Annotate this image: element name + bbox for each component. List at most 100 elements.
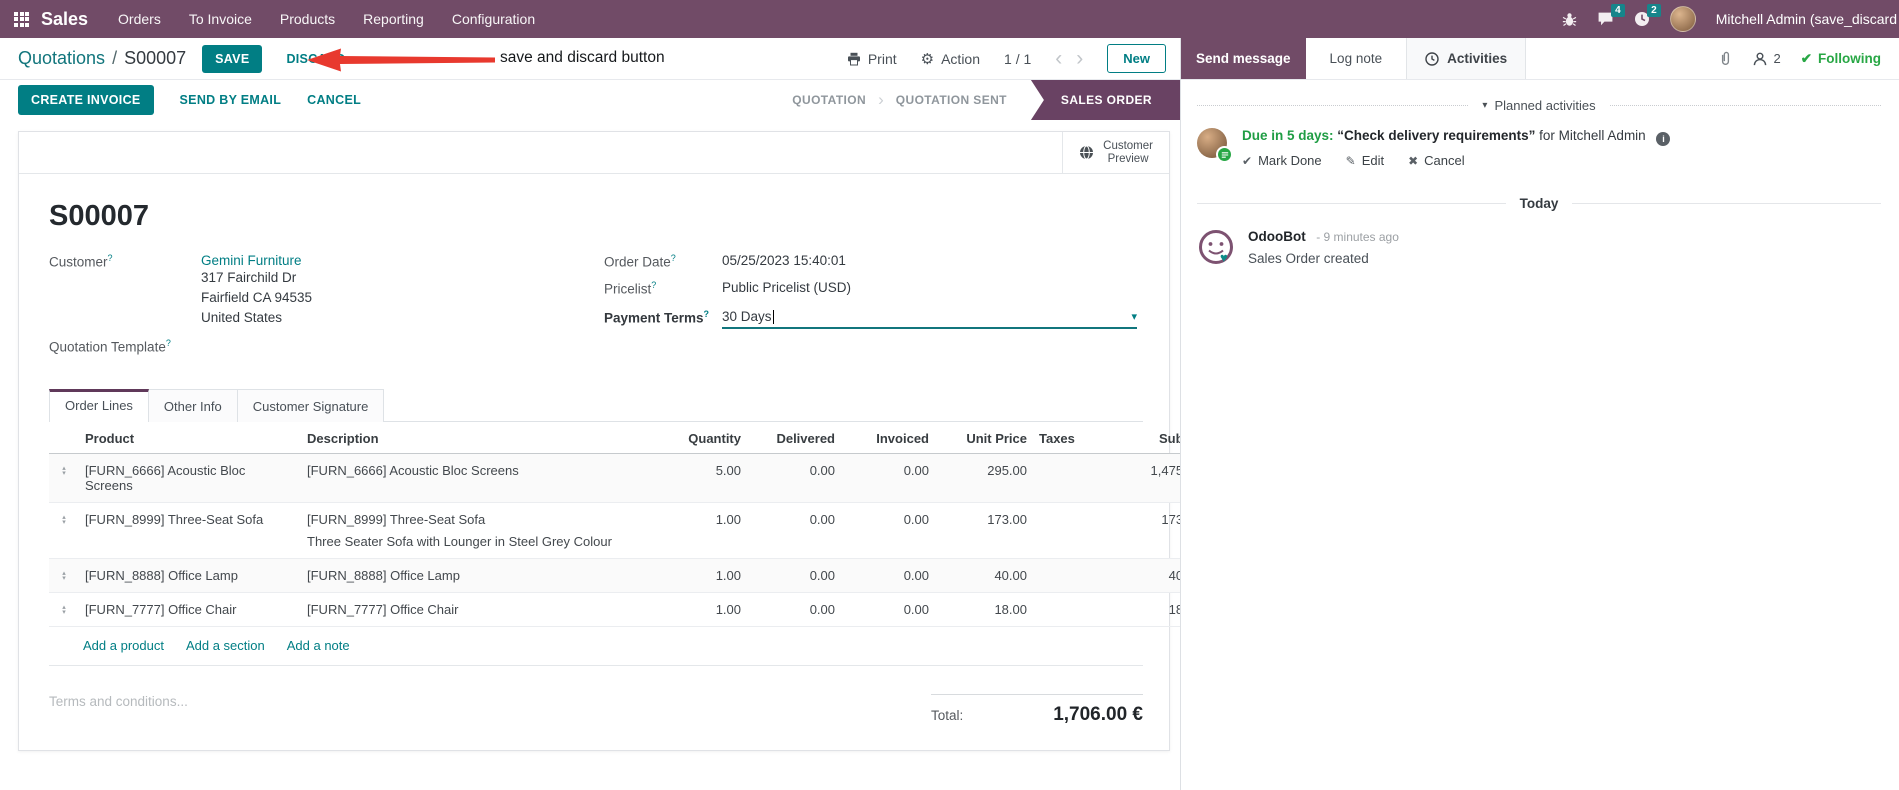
line-unit-price[interactable]: 40.00: [935, 558, 1033, 593]
cancel-order-button[interactable]: CANCEL: [307, 93, 361, 107]
messages-icon[interactable]: 4: [1597, 4, 1625, 27]
following-button[interactable]: ✔ Following: [1801, 51, 1881, 67]
line-description[interactable]: [FURN_8999] Three-Seat Sofa Three Seater …: [301, 502, 667, 559]
add-a-product-link[interactable]: Add a product: [83, 638, 164, 653]
line-product[interactable]: [FURN_8999] Three-Seat Sofa: [79, 502, 301, 559]
add-a-section-link[interactable]: Add a section: [186, 638, 265, 653]
line-description[interactable]: [FURN_6666] Acoustic Bloc Screens: [301, 453, 667, 503]
drag-handle-icon[interactable]: ▴ ▾: [55, 602, 73, 616]
help-marker[interactable]: ?: [704, 309, 710, 319]
planned-activities-toggle[interactable]: ▾ Planned activities: [1482, 98, 1595, 113]
app-name[interactable]: Sales: [41, 9, 88, 30]
order-line-row[interactable]: ▴ ▾ [FURN_6666] Acoustic Bloc Screens [FU…: [49, 453, 1243, 503]
line-taxes[interactable]: [1033, 502, 1091, 559]
nav-menu-item[interactable]: To Invoice: [189, 11, 252, 27]
line-taxes[interactable]: [1033, 592, 1091, 627]
pricelist-value[interactable]: Public Pricelist (USD): [722, 280, 851, 297]
line-delivered[interactable]: 0.00: [747, 558, 841, 593]
line-quantity[interactable]: 5.00: [667, 453, 747, 503]
line-unit-price[interactable]: 18.00: [935, 592, 1033, 627]
line-product[interactable]: [FURN_6666] Acoustic Bloc Screens: [79, 453, 301, 503]
apps-grid-icon[interactable]: [14, 11, 29, 27]
customer-preview-button[interactable]: Customer Preview: [1062, 132, 1169, 173]
line-description[interactable]: [FURN_8888] Office Lamp: [301, 558, 667, 593]
order-line-row[interactable]: ▴ ▾ [FURN_7777] Office Chair [FURN_7777] …: [49, 592, 1243, 627]
notebook-tab[interactable]: Order Lines: [49, 388, 149, 422]
column-header-product[interactable]: Product: [79, 421, 301, 454]
line-invoiced[interactable]: 0.00: [841, 502, 935, 559]
notebook-tab[interactable]: Customer Signature: [237, 388, 385, 422]
help-marker[interactable]: ?: [108, 253, 113, 263]
notebook-tab[interactable]: Other Info: [148, 388, 238, 422]
column-header-taxes[interactable]: Taxes: [1033, 421, 1091, 454]
line-quantity[interactable]: 1.00: [667, 558, 747, 593]
breadcrumb-quotations-link[interactable]: Quotations: [18, 48, 105, 69]
column-header-delivered[interactable]: Delivered: [747, 421, 841, 454]
column-header-unit-price[interactable]: Unit Price: [935, 421, 1033, 454]
nav-menu-item[interactable]: Configuration: [452, 11, 535, 27]
send-message-button[interactable]: Send message: [1181, 38, 1306, 79]
user-menu[interactable]: Mitchell Admin (save_discard: [1716, 11, 1897, 27]
help-marker[interactable]: ?: [651, 280, 656, 290]
line-invoiced[interactable]: 0.00: [841, 592, 935, 627]
discard-button[interactable]: DISCARD: [286, 52, 345, 66]
line-taxes[interactable]: [1033, 558, 1091, 593]
line-quantity[interactable]: 1.00: [667, 592, 747, 627]
nav-menu-item[interactable]: Reporting: [363, 11, 424, 27]
paperclip-icon[interactable]: [1718, 51, 1733, 67]
customer-link[interactable]: Gemini Furniture: [201, 253, 302, 268]
line-delivered[interactable]: 0.00: [747, 453, 841, 503]
text-cursor: [772, 309, 774, 324]
line-unit-price[interactable]: 295.00: [935, 453, 1033, 503]
send-by-email-button[interactable]: SEND BY EMAIL: [180, 93, 282, 107]
order-date-value[interactable]: 05/25/2023 15:40:01: [722, 253, 846, 270]
add-a-note-link[interactable]: Add a note: [287, 638, 350, 653]
info-icon[interactable]: i: [1656, 132, 1671, 146]
payment-terms-field[interactable]: 30 Days ▾: [722, 309, 1137, 329]
line-unit-price[interactable]: 173.00: [935, 502, 1033, 559]
cancel-activity-button[interactable]: ✖ Cancel: [1408, 153, 1465, 168]
print-button[interactable]: Print: [847, 51, 897, 67]
drag-handle-icon[interactable]: ▴ ▾: [55, 463, 73, 477]
line-delivered[interactable]: 0.00: [747, 592, 841, 627]
save-button[interactable]: SAVE: [202, 44, 263, 73]
line-invoiced[interactable]: 0.00: [841, 453, 935, 503]
pager-previous-icon[interactable]: ‹: [1055, 48, 1062, 69]
edit-activity-button[interactable]: ✎ Edit: [1346, 153, 1384, 168]
line-product[interactable]: [FURN_8888] Office Lamp: [79, 558, 301, 593]
chevron-down-icon[interactable]: ▾: [1131, 310, 1137, 323]
order-line-row[interactable]: ▴ ▾ [FURN_8888] Office Lamp [FURN_8888] O…: [49, 558, 1243, 593]
activities-button[interactable]: Activities: [1406, 38, 1527, 79]
column-header-invoiced[interactable]: Invoiced: [841, 421, 935, 454]
order-line-row[interactable]: ▴ ▾ [FURN_8999] Three-Seat Sofa [FURN_899…: [49, 502, 1243, 559]
drag-handle-icon[interactable]: ▴ ▾: [55, 512, 73, 526]
pager-next-icon[interactable]: ›: [1076, 48, 1083, 69]
log-note-button[interactable]: Log note: [1306, 38, 1407, 79]
line-taxes[interactable]: [1033, 453, 1091, 503]
nav-menu-item[interactable]: Orders: [118, 11, 161, 27]
action-menu[interactable]: ⚙ Action: [921, 50, 980, 68]
debug-bug-icon[interactable]: [1562, 12, 1577, 27]
line-delivered[interactable]: 0.00: [747, 502, 841, 559]
line-invoiced[interactable]: 0.00: [841, 558, 935, 593]
followers-button[interactable]: 2: [1753, 51, 1781, 66]
mark-done-button[interactable]: ✔ Mark Done: [1242, 153, 1322, 168]
terms-and-conditions-input[interactable]: Terms and conditions...: [49, 694, 188, 726]
stage-quotation[interactable]: QUOTATION: [780, 93, 878, 107]
help-marker[interactable]: ?: [671, 253, 676, 263]
create-invoice-button[interactable]: CREATE INVOICE: [18, 85, 154, 115]
new-button[interactable]: New: [1107, 44, 1166, 73]
activities-clock-icon[interactable]: 2: [1634, 4, 1661, 27]
user-avatar[interactable]: [1669, 6, 1696, 32]
drag-handle-icon[interactable]: ▴ ▾: [55, 568, 73, 582]
line-product[interactable]: [FURN_7777] Office Chair: [79, 592, 301, 627]
help-marker[interactable]: ?: [166, 338, 171, 348]
column-header-description[interactable]: Description: [301, 421, 667, 454]
stage-sales-order-active[interactable]: SALES ORDER: [1030, 80, 1180, 120]
message-author[interactable]: OdooBot: [1248, 229, 1306, 244]
line-description[interactable]: [FURN_7777] Office Chair: [301, 592, 667, 627]
nav-menu-item[interactable]: Products: [280, 11, 335, 27]
column-header-quantity[interactable]: Quantity: [667, 421, 747, 454]
line-quantity[interactable]: 1.00: [667, 502, 747, 559]
stage-quotation-sent[interactable]: QUOTATION SENT: [884, 93, 1019, 107]
